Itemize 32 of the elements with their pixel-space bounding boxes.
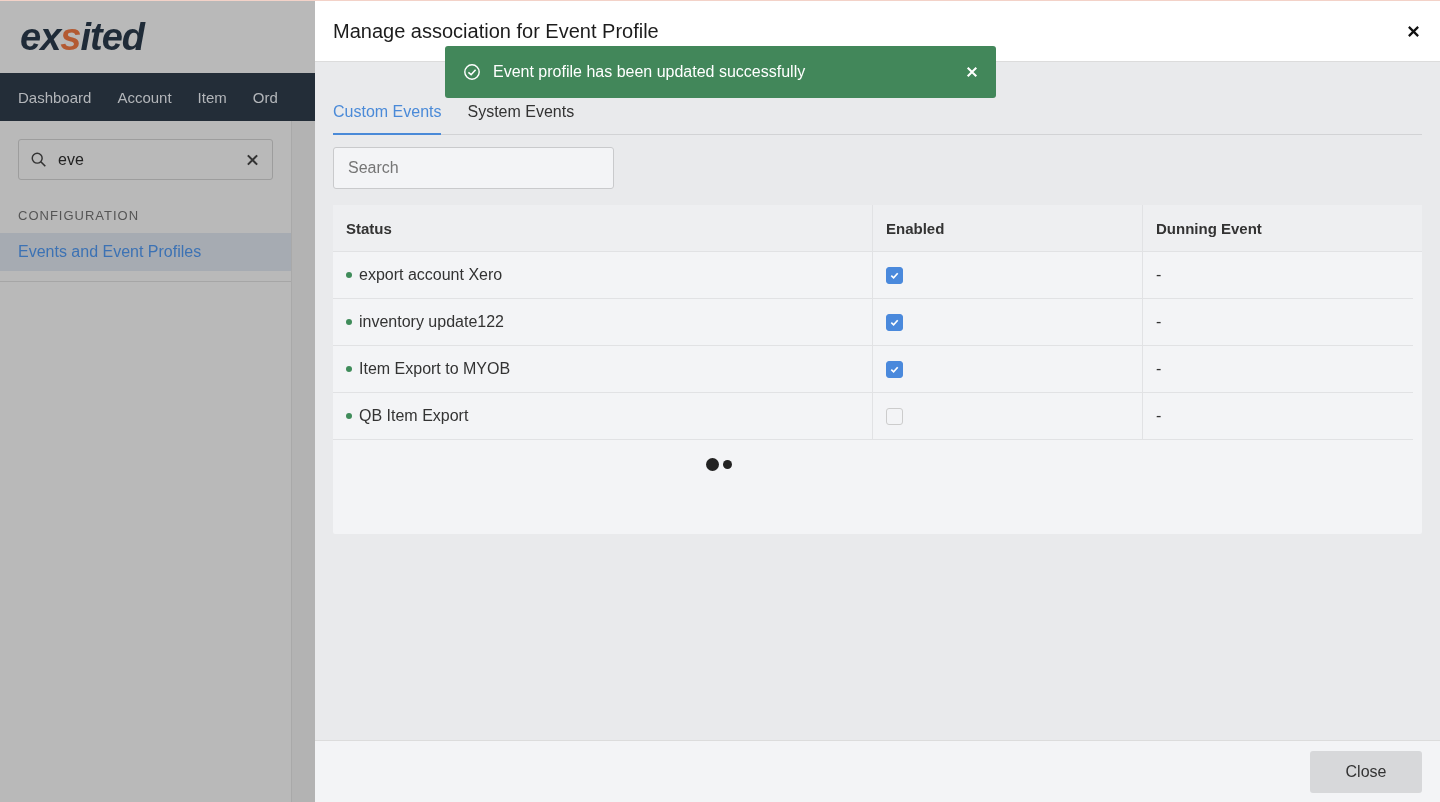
close-button[interactable]: Close — [1310, 750, 1422, 793]
checkbox[interactable] — [886, 407, 903, 425]
nav-tab[interactable]: Item — [197, 88, 227, 106]
event-name: inventory update122 — [359, 313, 504, 331]
tab[interactable]: System Events — [467, 99, 575, 135]
event-name: QB Item Export — [359, 407, 469, 425]
nav-tab[interactable]: Dashboard — [18, 88, 92, 106]
nav-tab[interactable]: Ord — [252, 88, 278, 106]
dialog-title: Manage association for Event Profile — [333, 19, 659, 43]
event-name: Item Export to MYOB — [359, 360, 511, 378]
table-cell: - — [1156, 407, 1162, 425]
table-cell: - — [1156, 360, 1162, 378]
toast-message: Event profile has been updated successfully — [493, 63, 807, 81]
column-header: Enabled — [873, 205, 1143, 251]
section-heading: CONFIGURATION — [18, 208, 141, 223]
checkbox[interactable] — [886, 313, 903, 331]
nav-tab[interactable]: Account — [117, 88, 172, 106]
column-header: Dunning Event — [1155, 218, 1263, 239]
search-field[interactable]: Search — [333, 147, 614, 189]
table-cell: - — [1156, 313, 1162, 331]
close-icon[interactable] — [1407, 24, 1420, 38]
search-field[interactable]: eve — [18, 139, 273, 180]
checkbox[interactable] — [886, 266, 903, 284]
logo: exsited — [20, 15, 144, 59]
event-name: export account Xero — [359, 266, 503, 284]
clear-icon[interactable] — [246, 153, 259, 166]
table-cell: - — [1156, 266, 1162, 284]
checkbox[interactable] — [886, 360, 903, 378]
column-header: Status — [333, 205, 873, 251]
loading-dots-icon — [706, 458, 732, 471]
check-circle-icon — [463, 63, 481, 81]
search-icon — [30, 150, 48, 169]
